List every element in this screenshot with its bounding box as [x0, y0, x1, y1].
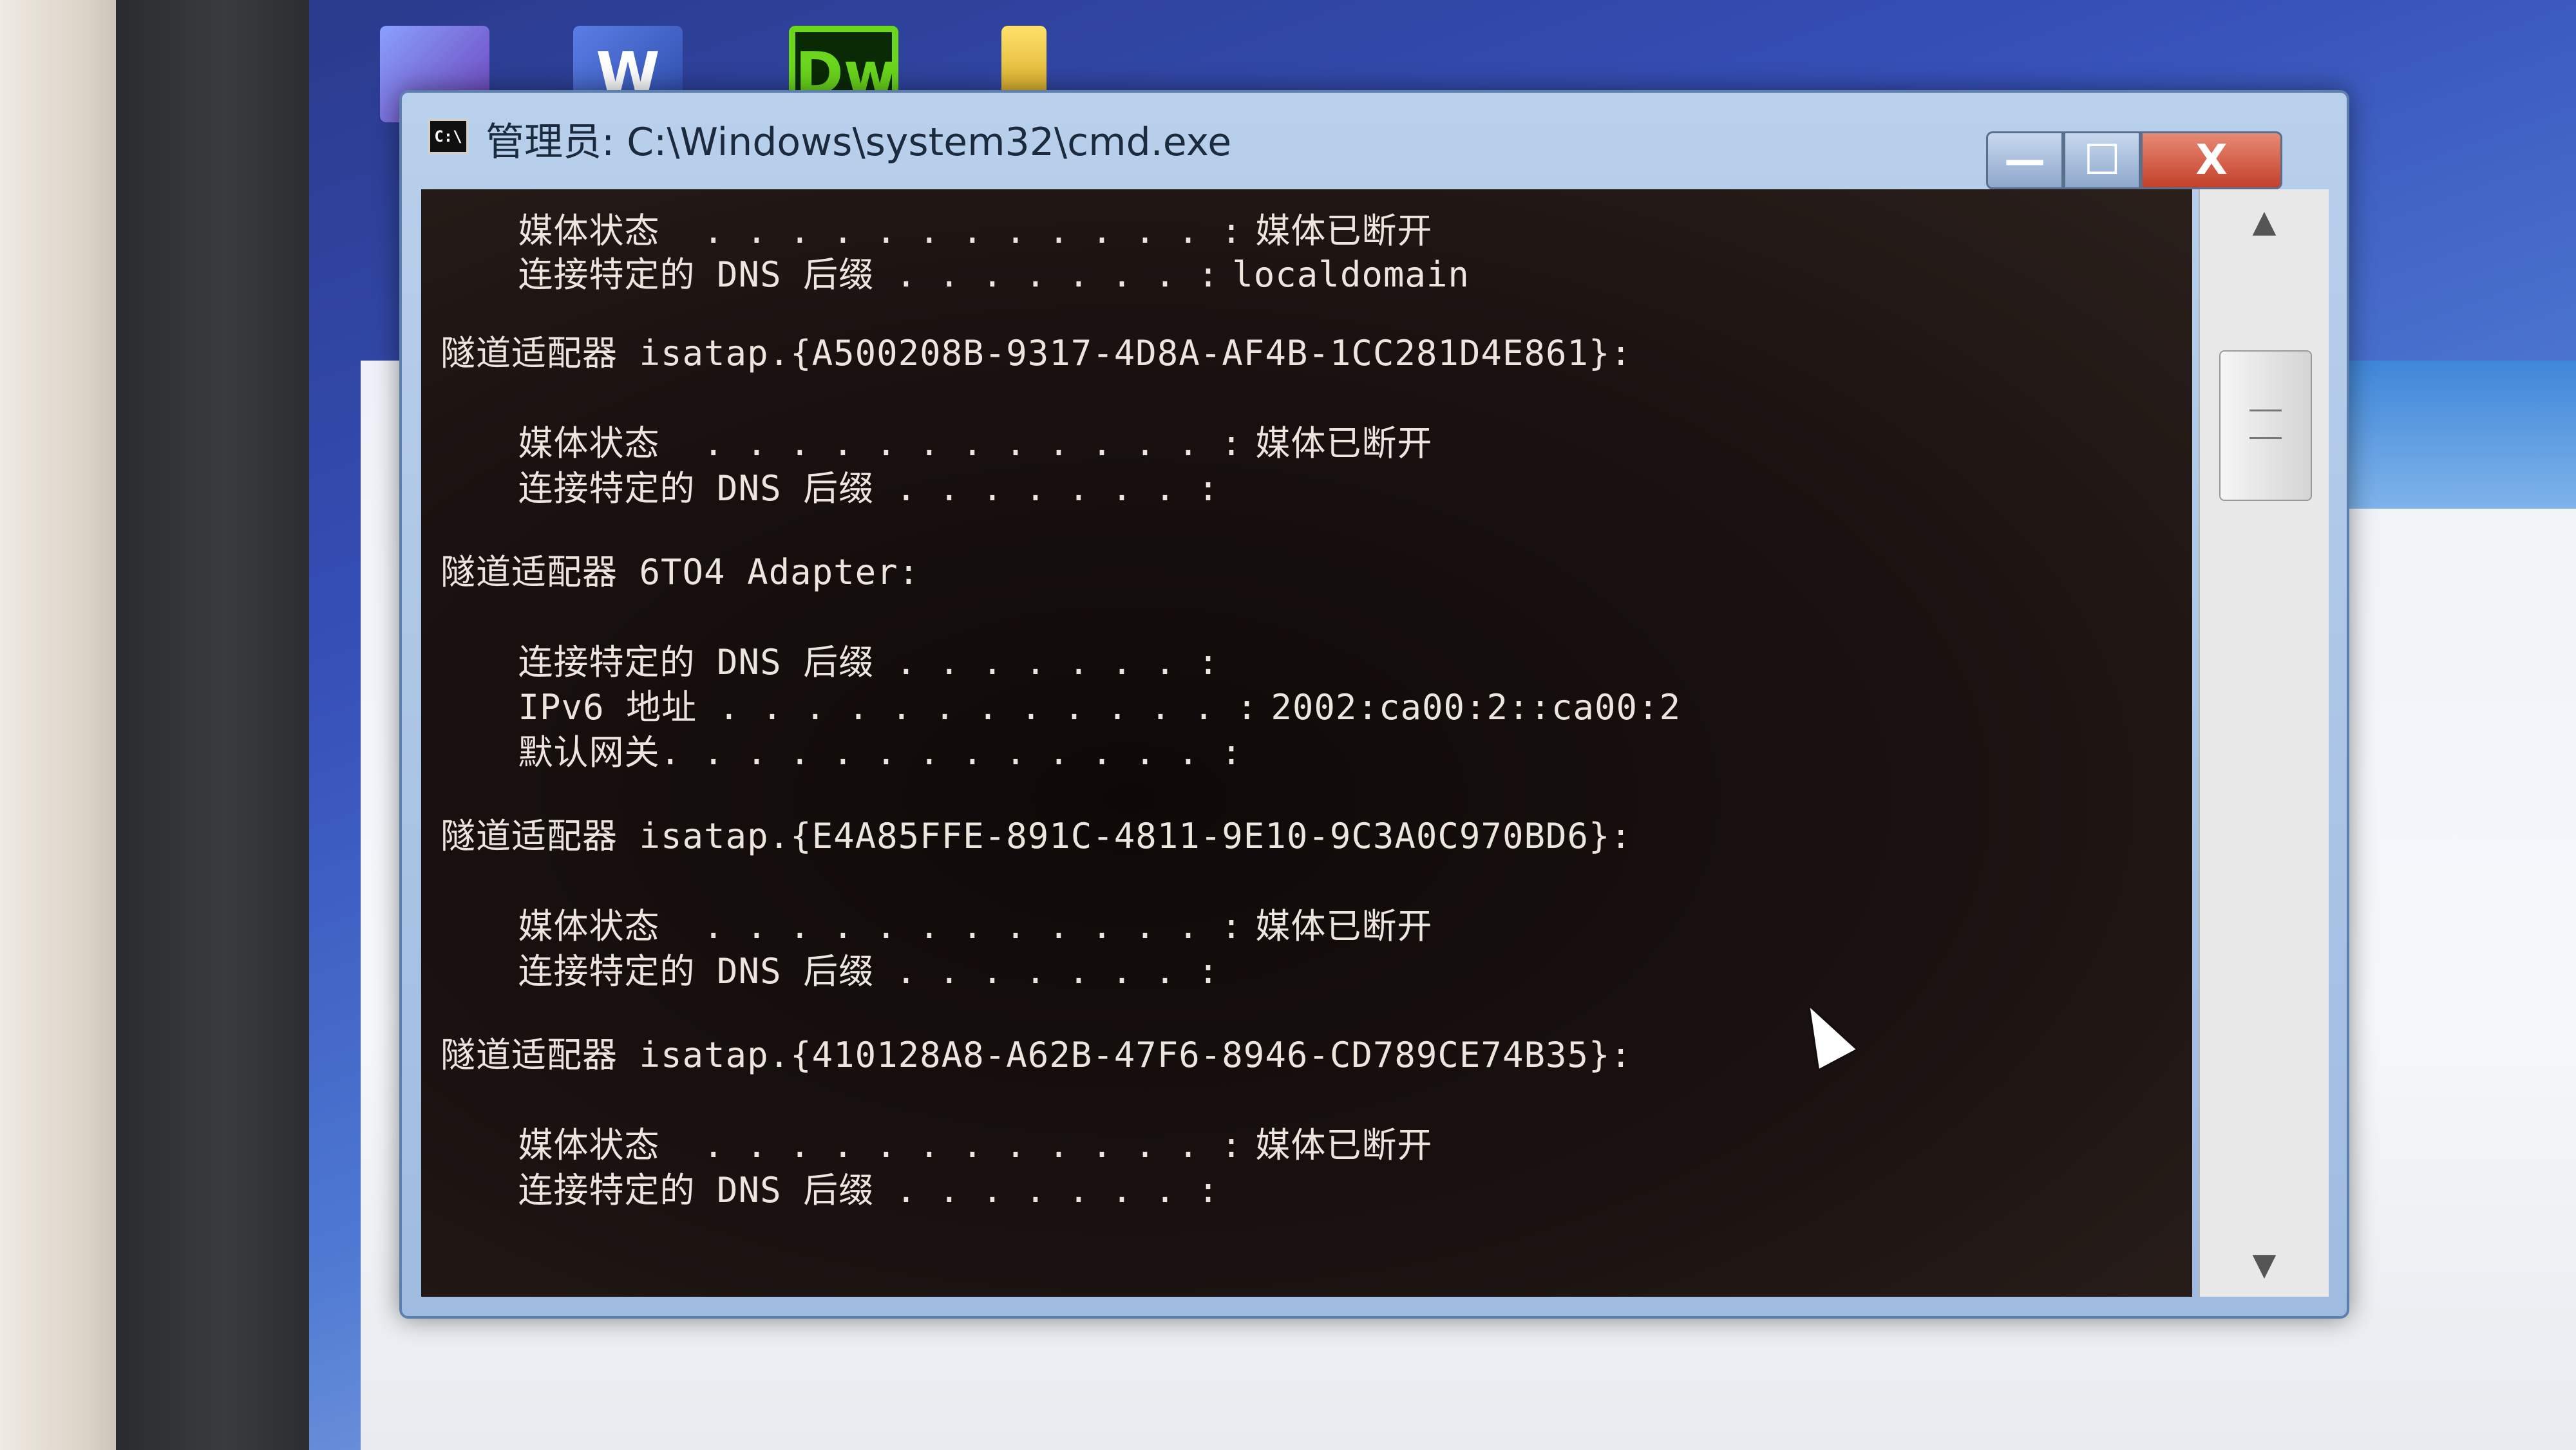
console-line: 连接特定的 DNS 后缀 . . . . . . . :: [453, 1162, 1232, 1212]
console-line-text: 连接特定的 DNS 后缀 . . . . . . . :: [453, 642, 1220, 683]
scroll-grip-icon: [2249, 410, 2282, 439]
console-line-value: 2002:ca00:2::ca00:2: [1271, 687, 1681, 728]
console-line-value: 媒体已断开: [1255, 1125, 1433, 1165]
console-line-text: 隧道适配器 6TO4 Adapter:: [440, 552, 920, 592]
vertical-scrollbar[interactable]: ▲ ▼: [2199, 189, 2329, 1297]
close-button[interactable]: X: [2141, 131, 2282, 189]
console-line-text: 连接特定的 DNS 后缀 . . . . . . . :: [453, 468, 1220, 509]
console-line: IPv6 地址 . . . . . . . . . . . . : 2002:ca…: [453, 679, 1681, 730]
console-output[interactable]: 媒体状态 . . . . . . . . . . . . : 媒体已断开 连接特定…: [421, 189, 2192, 1297]
console-line: 媒体状态 . . . . . . . . . . . . : 媒体已断开: [453, 415, 1432, 466]
console-line-text: 连接特定的 DNS 后缀 . . . . . . . :: [453, 951, 1220, 992]
console-line: 媒体状态 . . . . . . . . . . . . : 媒体已断开: [453, 1116, 1432, 1167]
console-line: 媒体状态 . . . . . . . . . . . . : 媒体已断开: [453, 898, 1432, 948]
console-line: 隧道适配器 6TO4 Adapter:: [440, 543, 933, 594]
maximize-button[interactable]: ☐: [2063, 131, 2141, 189]
scroll-down-arrow-icon[interactable]: ▼: [2239, 1239, 2290, 1290]
console-line: 隧道适配器 isatap.{410128A8-A62B-47F6-8946-CD…: [440, 1026, 1645, 1077]
console-line-value: 媒体已断开: [1255, 906, 1433, 946]
cmd-window[interactable]: C:\ 管理员: C:\Windows\system32\cmd.exe — ☐…: [399, 90, 2349, 1319]
console-line-value: localdomain: [1232, 254, 1470, 295]
console-line-text: 连接特定的 DNS 后缀 . . . . . . . :: [453, 254, 1220, 295]
console-line-value: 媒体已断开: [1255, 211, 1433, 251]
console-line-text: 隧道适配器 isatap.{A500208B-9317-4D8A-AF4B-1C…: [440, 333, 1633, 373]
console-line-text: 媒体状态 . . . . . . . . . . . . :: [453, 906, 1243, 946]
title-bar[interactable]: C:\ 管理员: C:\Windows\system32\cmd.exe — ☐…: [402, 93, 2347, 189]
scroll-up-arrow-icon[interactable]: ▲: [2239, 196, 2290, 247]
minimize-button[interactable]: —: [1986, 131, 2063, 189]
console-line: 连接特定的 DNS 后缀 . . . . . . . :: [453, 943, 1232, 993]
cmd-app-icon[interactable]: C:\: [428, 118, 469, 155]
console-line: 连接特定的 DNS 后缀 . . . . . . . :: [453, 634, 1232, 684]
console-line-text: 隧道适配器 isatap.{E4A85FFE-891C-4811-9E10-9C…: [440, 816, 1633, 856]
console-line-value: 媒体已断开: [1255, 423, 1433, 464]
console-line: 隧道适配器 isatap.{E4A85FFE-891C-4811-9E10-9C…: [440, 807, 1645, 858]
console-line-text: 连接特定的 DNS 后缀 . . . . . . . :: [453, 1170, 1220, 1210]
console-line: 默认网关. . . . . . . . . . . . . :: [453, 724, 1255, 775]
console-line-text: 媒体状态 . . . . . . . . . . . . :: [453, 423, 1243, 464]
console-line-text: 默认网关. . . . . . . . . . . . . :: [453, 732, 1243, 773]
console-line-text: 隧道适配器 isatap.{410128A8-A62B-47F6-8946-CD…: [440, 1035, 1633, 1075]
console-line: 连接特定的 DNS 后缀 . . . . . . . : localdomain: [453, 246, 1470, 297]
window-title: 管理员: C:\Windows\system32\cmd.exe: [486, 120, 1232, 165]
console-line: 连接特定的 DNS 后缀 . . . . . . . :: [453, 460, 1232, 511]
console-line-text: 媒体状态 . . . . . . . . . . . . :: [453, 211, 1243, 251]
console-line-text: 媒体状态 . . . . . . . . . . . . :: [453, 1125, 1243, 1165]
console-line: 隧道适配器 isatap.{A500208B-9317-4D8A-AF4B-1C…: [440, 325, 1645, 375]
scroll-thumb[interactable]: [2219, 350, 2312, 501]
console-line-text: IPv6 地址 . . . . . . . . . . . . :: [453, 687, 1258, 728]
